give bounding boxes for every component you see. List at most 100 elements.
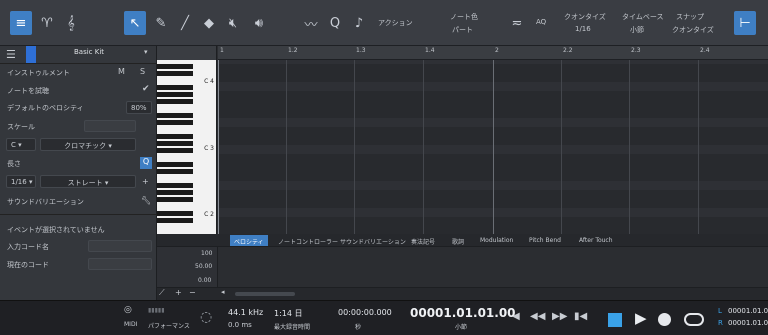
track-color — [26, 46, 36, 63]
record-duration: 1:14 日 — [274, 309, 303, 318]
line-shape-icon[interactable]: ⟋ — [159, 288, 165, 298]
scale-select[interactable]: クロマチック ▾ — [40, 138, 136, 151]
time-display[interactable]: 00:00:00.000 — [338, 308, 392, 317]
tab-note-controller[interactable]: ノートコントローラー — [274, 235, 342, 246]
fast-forward-icon[interactable]: ▶▶ — [552, 311, 567, 322]
ruler-tick: 2 — [495, 47, 499, 54]
mute-button[interactable]: M — [118, 67, 125, 76]
line-tool-button[interactable]: ╱ — [174, 11, 196, 35]
aq-button[interactable]: AQ — [536, 18, 546, 26]
action-menu[interactable]: アクション — [378, 18, 413, 28]
default-velocity-field[interactable]: 80% — [126, 101, 152, 114]
key-label-c3: C 3 — [204, 145, 214, 152]
remove-lane-icon[interactable]: − — [189, 288, 196, 297]
arrow-icon: ↖ — [129, 15, 141, 31]
input-chord-field[interactable] — [88, 240, 152, 252]
add-lane-icon[interactable]: + — [175, 288, 182, 297]
scroll-left-icon[interactable]: ◂ — [221, 288, 225, 296]
kit-dropdown-icon[interactable]: ▾ — [144, 48, 148, 56]
listen-tool-button[interactable]: 🔊︎ — [248, 11, 270, 35]
performance-label: パフォーマンス — [148, 323, 190, 330]
wrench-icon[interactable]: 🔧︎ — [141, 196, 151, 205]
time-unit: 秒 — [355, 324, 362, 331]
mute-tool-button[interactable]: 🔇︎ — [222, 11, 244, 35]
length-row: 長さ Q — [0, 157, 157, 172]
quantize-select[interactable]: 1/16 — [575, 25, 591, 33]
tab-sound-variation[interactable]: サウンドバリエーション — [336, 235, 410, 246]
transform-button[interactable]: 〰 — [300, 11, 322, 35]
line-icon: ╱ — [181, 15, 189, 31]
toolbar: ≡ ♈ 𝄞 ↖ ✎ ╱ ◆ 🔇︎ 🔊︎ 〰 Q ♪ アクション ノート色 パート… — [0, 0, 768, 46]
velocity-scale-mid: 50.00 — [195, 263, 213, 270]
length-select[interactable]: 1/16 ▾ — [6, 175, 36, 188]
ruler-tick: 1.2 — [288, 47, 298, 54]
play-button[interactable]: ▶ — [635, 309, 647, 327]
arrow-tool-button[interactable]: ↖ — [124, 11, 146, 35]
controller-tabs: ベロシティ ノートコントローラー サウンドバリエーション 奏法記号 歌詞 Mod… — [218, 234, 768, 246]
transport-bar: ◎ MIDI ▮▮▮▮▮ パフォーマンス ◌ 44.1 kHz 0.0 ms 1… — [0, 300, 768, 335]
position-display[interactable]: 00001.01.01.00 — [410, 306, 516, 320]
timebase-select[interactable]: 小節 — [630, 25, 644, 35]
snap-select[interactable]: クオンタイズ — [672, 25, 714, 35]
humanize-icon: ♪ — [354, 15, 364, 31]
current-chord-field — [88, 258, 152, 270]
tab-lyrics[interactable]: 歌詞 — [448, 235, 468, 246]
kit-name[interactable]: Basic Kit — [74, 48, 104, 56]
sync-icon[interactable]: ◌ — [200, 309, 212, 325]
paint-tool-button[interactable]: ✎ — [150, 11, 172, 35]
pencil-icon: ✎ — [155, 15, 167, 31]
speaker-icon: 🔊︎ — [254, 15, 264, 31]
end-icon[interactable]: ▮◀ — [574, 311, 587, 322]
loop-left-label: L — [718, 307, 722, 315]
note-color-select[interactable]: パート — [452, 25, 473, 35]
tab-after-touch[interactable]: After Touch — [575, 235, 617, 246]
lane-footer: ⟋ + − ◂ — [157, 287, 768, 300]
show-inspector-button[interactable]: ≡ — [10, 11, 32, 35]
snap-toggle-button[interactable]: ⊢ — [734, 11, 756, 35]
note-editor-grid[interactable] — [218, 46, 768, 234]
wave-icon: 〰 — [304, 17, 318, 33]
loop-right-value[interactable]: 00001.01.01. — [728, 319, 768, 327]
rewind-icon[interactable]: ◀◀ — [530, 311, 545, 322]
tab-modulation[interactable]: Modulation — [476, 235, 517, 246]
snap-label: スナップ — [676, 13, 704, 21]
tab-articulation[interactable]: 奏法記号 — [407, 235, 439, 246]
eraser-tool-button[interactable]: ◆ — [198, 11, 220, 35]
drum-view-button[interactable]: ♈ — [36, 11, 58, 35]
record-duration-label: 最大録音時間 — [274, 324, 311, 331]
timeline-ruler[interactable]: 1 1.2 1.3 1.4 2 2.2 2.3 2.4 — [218, 46, 768, 60]
velocity-lane[interactable]: 100 50.00 0.00 — [157, 246, 768, 291]
quantize-link-button[interactable]: Q — [140, 157, 152, 169]
loop-left-value[interactable]: 00001.01.01. — [728, 307, 768, 315]
velocity-scale-max: 100 — [201, 250, 213, 257]
humanize-button[interactable]: ♪ — [348, 11, 370, 35]
tab-pitch-bend[interactable]: Pitch Bend — [525, 235, 565, 246]
quantize-settings-button[interactable]: ≂ — [506, 11, 528, 35]
add-icon[interactable]: + — [142, 177, 149, 186]
lane-toolbar: … — [157, 234, 225, 246]
ruler-tick: 2.4 — [700, 47, 710, 54]
ruler-tick: 2.3 — [631, 47, 641, 54]
score-view-button[interactable]: 𝄞 — [60, 11, 82, 35]
solo-button[interactable]: S — [140, 67, 145, 76]
quantize-q-button[interactable]: Q — [324, 11, 346, 35]
loop-button[interactable] — [684, 313, 704, 326]
length-mode-select[interactable]: ストレート ▾ — [40, 175, 136, 188]
current-chord-label: 現在のコード — [7, 261, 49, 269]
audition-checkbox[interactable]: ✔ — [142, 84, 150, 94]
record-button[interactable] — [658, 313, 671, 326]
return-to-zero-icon[interactable]: ◀ — [512, 311, 520, 322]
midi-icon: ◎ — [124, 305, 132, 315]
no-event-label: イベントが選択されていません — [7, 226, 105, 234]
ruler-tick: 1.4 — [425, 47, 435, 54]
horizontal-scrollbar[interactable] — [235, 292, 295, 296]
tab-velocity[interactable]: ベロシティ — [230, 235, 268, 246]
piano-keyboard[interactable]: C 4 C 3 C 2 — [157, 46, 217, 234]
menu-icon[interactable]: ☰ — [6, 48, 16, 61]
midi-label: MIDI — [124, 321, 138, 328]
eraser-icon: ◆ — [204, 15, 214, 31]
latency: 0.0 ms — [228, 321, 252, 329]
scale-keyboard-display — [84, 120, 136, 132]
key-select[interactable]: C ▾ — [6, 138, 36, 151]
stop-button[interactable] — [608, 313, 622, 327]
